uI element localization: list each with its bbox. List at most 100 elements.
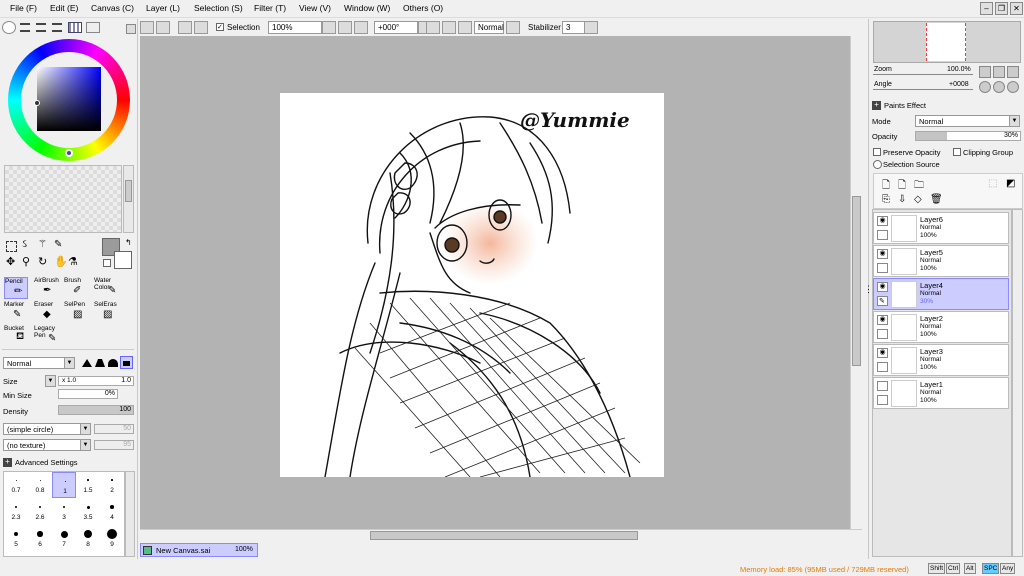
brush-size-preset[interactable]: 4 [100,499,124,525]
nav-zoom-out-button[interactable] [979,66,991,78]
visibility-eye-icon[interactable]: ◉ [877,348,888,358]
new-layer-icon[interactable]: 🗋 [882,178,890,195]
copy-layer-icon[interactable]: ⎘ [882,194,890,205]
blend-mode-field[interactable]: Normal [474,21,504,34]
swatch-area[interactable] [4,165,122,233]
flip-button[interactable] [506,21,520,34]
nav-rotate-right-button[interactable] [993,81,1005,93]
brush-size-preset[interactable]: 0.7 [4,472,28,498]
clipping-group-checkbox[interactable] [953,148,961,156]
rotate-left-button[interactable] [426,21,440,34]
swatch-scrollbar[interactable] [123,165,134,233]
menu-selection[interactable]: Selection (S) [194,3,243,13]
chevron-down-icon[interactable]: ▼ [1009,115,1020,127]
canvas-vertical-scrollbar[interactable] [850,36,862,529]
scratchpad-tab-icon[interactable] [86,22,100,33]
zoom-dropdown-button[interactable] [322,21,336,34]
layer-lock-icon[interactable] [877,230,888,240]
zoom-out-button[interactable] [338,21,352,34]
brush-size-preset[interactable]: 7 [52,526,76,552]
chevron-down-icon[interactable]: ▼ [80,423,91,435]
tool-eraser[interactable]: Eraser ◆ [34,301,58,323]
tool-seleras[interactable]: SelEras ▨ [94,301,118,323]
brush-size-preset[interactable]: 2 [100,472,124,498]
chevron-down-icon[interactable]: ▼ [80,439,91,451]
swatch-scroll-thumb[interactable] [125,180,132,202]
nav-rotate-left-button[interactable] [979,81,991,93]
move-icon[interactable]: ✥ [6,255,15,268]
menu-view[interactable]: View (V) [299,3,331,13]
menu-edit[interactable]: Edit (E) [50,3,78,13]
zoom-field[interactable]: 100% [268,21,322,34]
paints-effect-toggle[interactable]: + Paints Effect [872,101,1022,112]
angle-field[interactable]: +000° [374,21,418,34]
brush-size-preset[interactable]: 3.5 [76,499,100,525]
stabilizer-field[interactable]: 3 [562,21,586,34]
layer-row[interactable]: ◉ Layer2 Normal 100% [873,311,1009,343]
brush-size-preset[interactable]: 1.5 [76,472,100,498]
edge-soft-icon[interactable] [108,359,118,367]
menu-others[interactable]: Others (O) [403,3,443,13]
layer-row[interactable]: Layer1 Normal 100% [873,377,1009,409]
brush-size-preset[interactable]: 2.3 [4,499,28,525]
invert-selection-button[interactable] [194,21,208,34]
new-folder-icon[interactable]: 🗀 [914,178,924,195]
canvas-horizontal-scrollbar[interactable] [140,529,862,541]
layer-lock-icon[interactable] [877,395,888,405]
edge-hard-icon[interactable] [82,359,92,367]
visibility-eye-icon[interactable]: ◉ [877,282,888,292]
reset-rotation-button[interactable] [458,21,472,34]
reset-colors-icon[interactable] [103,259,111,267]
deselect-button[interactable] [178,21,192,34]
rotate-icon[interactable]: ↻ [38,255,47,268]
layer-mask-icon[interactable]: ◩ [1006,178,1015,189]
layer-list-scrollbar[interactable] [1012,209,1023,557]
panel-splitter-icon[interactable]: ⋮ [864,284,873,295]
layer-row[interactable]: ◉ Layer5 Normal 100% [873,245,1009,277]
close-button[interactable]: ✕ [1010,2,1023,15]
tool-pencil[interactable]: Pencil ✏ [4,277,28,299]
layer-lock-icon[interactable]: ✎ [877,296,888,306]
saturation-value-square[interactable] [37,67,101,131]
secondary-color-swatch[interactable] [114,251,132,269]
tool-brush[interactable]: Brush ✐ [64,277,88,299]
tool-selpen[interactable]: SelPen ▨ [64,301,88,323]
rgb-slider-tab-icon[interactable] [20,23,30,32]
edge-flat-icon[interactable] [120,356,133,369]
color-picker-icon[interactable]: ⚗ [68,255,78,268]
size-mult-dropdown-icon[interactable]: ▼ [45,375,56,387]
brush-shape-select[interactable]: (simple circle) [3,423,83,435]
selection-checkbox[interactable]: ✓ [216,23,224,31]
menu-file[interactable]: File (F) [10,3,37,13]
undo-button[interactable] [140,21,154,34]
brush-size-preset[interactable]: 2.6 [28,499,52,525]
visibility-eye-icon[interactable] [877,381,888,391]
restore-button[interactable]: ❐ [995,2,1008,15]
nav-zoom-in-button[interactable] [993,66,1005,78]
brush-size-preset[interactable]: 9 [100,526,124,552]
layer-opacity-slider[interactable]: 30% [915,131,1021,141]
menu-layer[interactable]: Layer (L) [146,3,180,13]
canvas-tab[interactable]: New Canvas.sai 100% [140,543,258,557]
brush-size-preset[interactable]: 1 [52,472,76,498]
tool-bucket[interactable]: Bucket ⛾ [4,325,28,347]
swap-colors-icon[interactable]: ↰ [125,238,132,247]
color-wheel-tab-icon[interactable] [2,21,16,34]
preserve-opacity-checkbox[interactable] [873,148,881,156]
visibility-eye-icon[interactable]: ◉ [877,216,888,226]
rect-select-icon[interactable] [6,241,17,252]
magic-wand-icon[interactable]: ⚚ [38,239,47,250]
menu-canvas[interactable]: Canvas (C) [91,3,134,13]
chevron-down-icon[interactable]: ▼ [64,357,75,369]
selection-source-radio[interactable] [873,160,882,169]
texture-strength-slider[interactable]: 95 [94,440,134,450]
brush-size-preset[interactable]: 3 [52,499,76,525]
brush-size-preset[interactable]: 8 [76,526,100,552]
texture-select[interactable]: (no texture) [3,439,83,451]
layer-lock-icon[interactable] [877,362,888,372]
panel-menu-icon[interactable] [126,24,136,34]
redo-button[interactable] [156,21,170,34]
stabilizer-dropdown-button[interactable] [584,21,598,34]
menu-filter[interactable]: Filter (T) [254,3,286,13]
layer-row[interactable]: ◉ ✎ Layer4 Normal 30% [873,278,1009,310]
